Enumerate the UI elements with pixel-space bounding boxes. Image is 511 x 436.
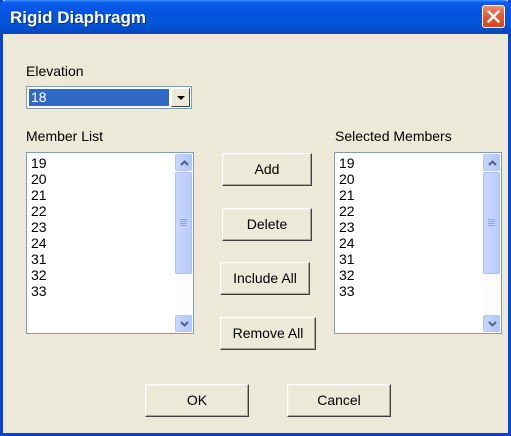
list-item[interactable]: 22 <box>31 203 47 219</box>
list-item[interactable]: 31 <box>31 251 47 267</box>
list-item[interactable]: 33 <box>31 283 47 299</box>
remove-all-button[interactable]: Remove All <box>220 317 316 350</box>
list-item[interactable]: 24 <box>31 235 47 251</box>
list-item[interactable]: 19 <box>339 155 355 171</box>
thumb-grip <box>488 223 495 224</box>
list-item[interactable]: 20 <box>339 171 355 187</box>
selected-members-label: Selected Members <box>335 128 452 144</box>
scroll-up-button[interactable] <box>175 154 192 171</box>
thumb-grip <box>180 225 187 226</box>
list-item[interactable]: 31 <box>339 251 355 267</box>
list-item[interactable]: 21 <box>339 187 355 203</box>
add-button[interactable]: Add <box>222 153 312 186</box>
thumb-grip <box>180 223 187 224</box>
cancel-button[interactable]: Cancel <box>287 384 391 417</box>
chevron-down-icon <box>177 96 185 100</box>
list-item[interactable]: 32 <box>339 267 355 283</box>
scroll-thumb[interactable] <box>483 172 500 274</box>
title-bar[interactable]: Rigid Diaphragm <box>0 0 511 34</box>
list-item[interactable]: 23 <box>339 219 355 235</box>
close-icon <box>487 10 500 23</box>
chevron-up-icon <box>180 160 189 166</box>
list-item[interactable]: 24 <box>339 235 355 251</box>
selected-members-box[interactable]: 19 20 21 22 23 24 31 32 33 <box>334 152 502 334</box>
thumb-grip <box>488 219 495 220</box>
list-item[interactable]: 19 <box>31 155 47 171</box>
scroll-thumb[interactable] <box>175 172 192 274</box>
ok-button[interactable]: OK <box>145 384 249 417</box>
include-all-button[interactable]: Include All <box>220 262 310 295</box>
list-item[interactable]: 33 <box>339 283 355 299</box>
elevation-selected-value: 18 <box>29 89 169 106</box>
chevron-down-icon <box>488 321 497 327</box>
scroll-down-button[interactable] <box>175 315 192 332</box>
scroll-down-button[interactable] <box>483 315 500 332</box>
elevation-dropdown[interactable]: 18 <box>26 86 192 109</box>
window-title: Rigid Diaphragm <box>10 8 147 27</box>
list-item[interactable]: 21 <box>31 187 47 203</box>
chevron-up-icon <box>488 160 497 166</box>
list-item[interactable]: 23 <box>31 219 47 235</box>
elevation-label: Elevation <box>26 63 84 79</box>
member-list-scrollbar[interactable] <box>175 154 192 332</box>
thumb-grip <box>180 221 187 222</box>
elevation-dropdown-button[interactable] <box>171 88 190 107</box>
list-item[interactable]: 22 <box>339 203 355 219</box>
list-item[interactable]: 20 <box>31 171 47 187</box>
thumb-grip <box>488 221 495 222</box>
selected-members-scrollbar[interactable] <box>483 154 500 332</box>
scroll-up-button[interactable] <box>483 154 500 171</box>
member-list-box[interactable]: 19 20 21 22 23 24 31 32 33 <box>26 152 194 334</box>
thumb-grip <box>488 225 495 226</box>
list-item[interactable]: 32 <box>31 267 47 283</box>
close-button[interactable] <box>482 5 505 28</box>
delete-button[interactable]: Delete <box>222 208 312 241</box>
member-list-label: Member List <box>26 128 104 144</box>
chevron-down-icon <box>180 321 189 327</box>
thumb-grip <box>180 219 187 220</box>
